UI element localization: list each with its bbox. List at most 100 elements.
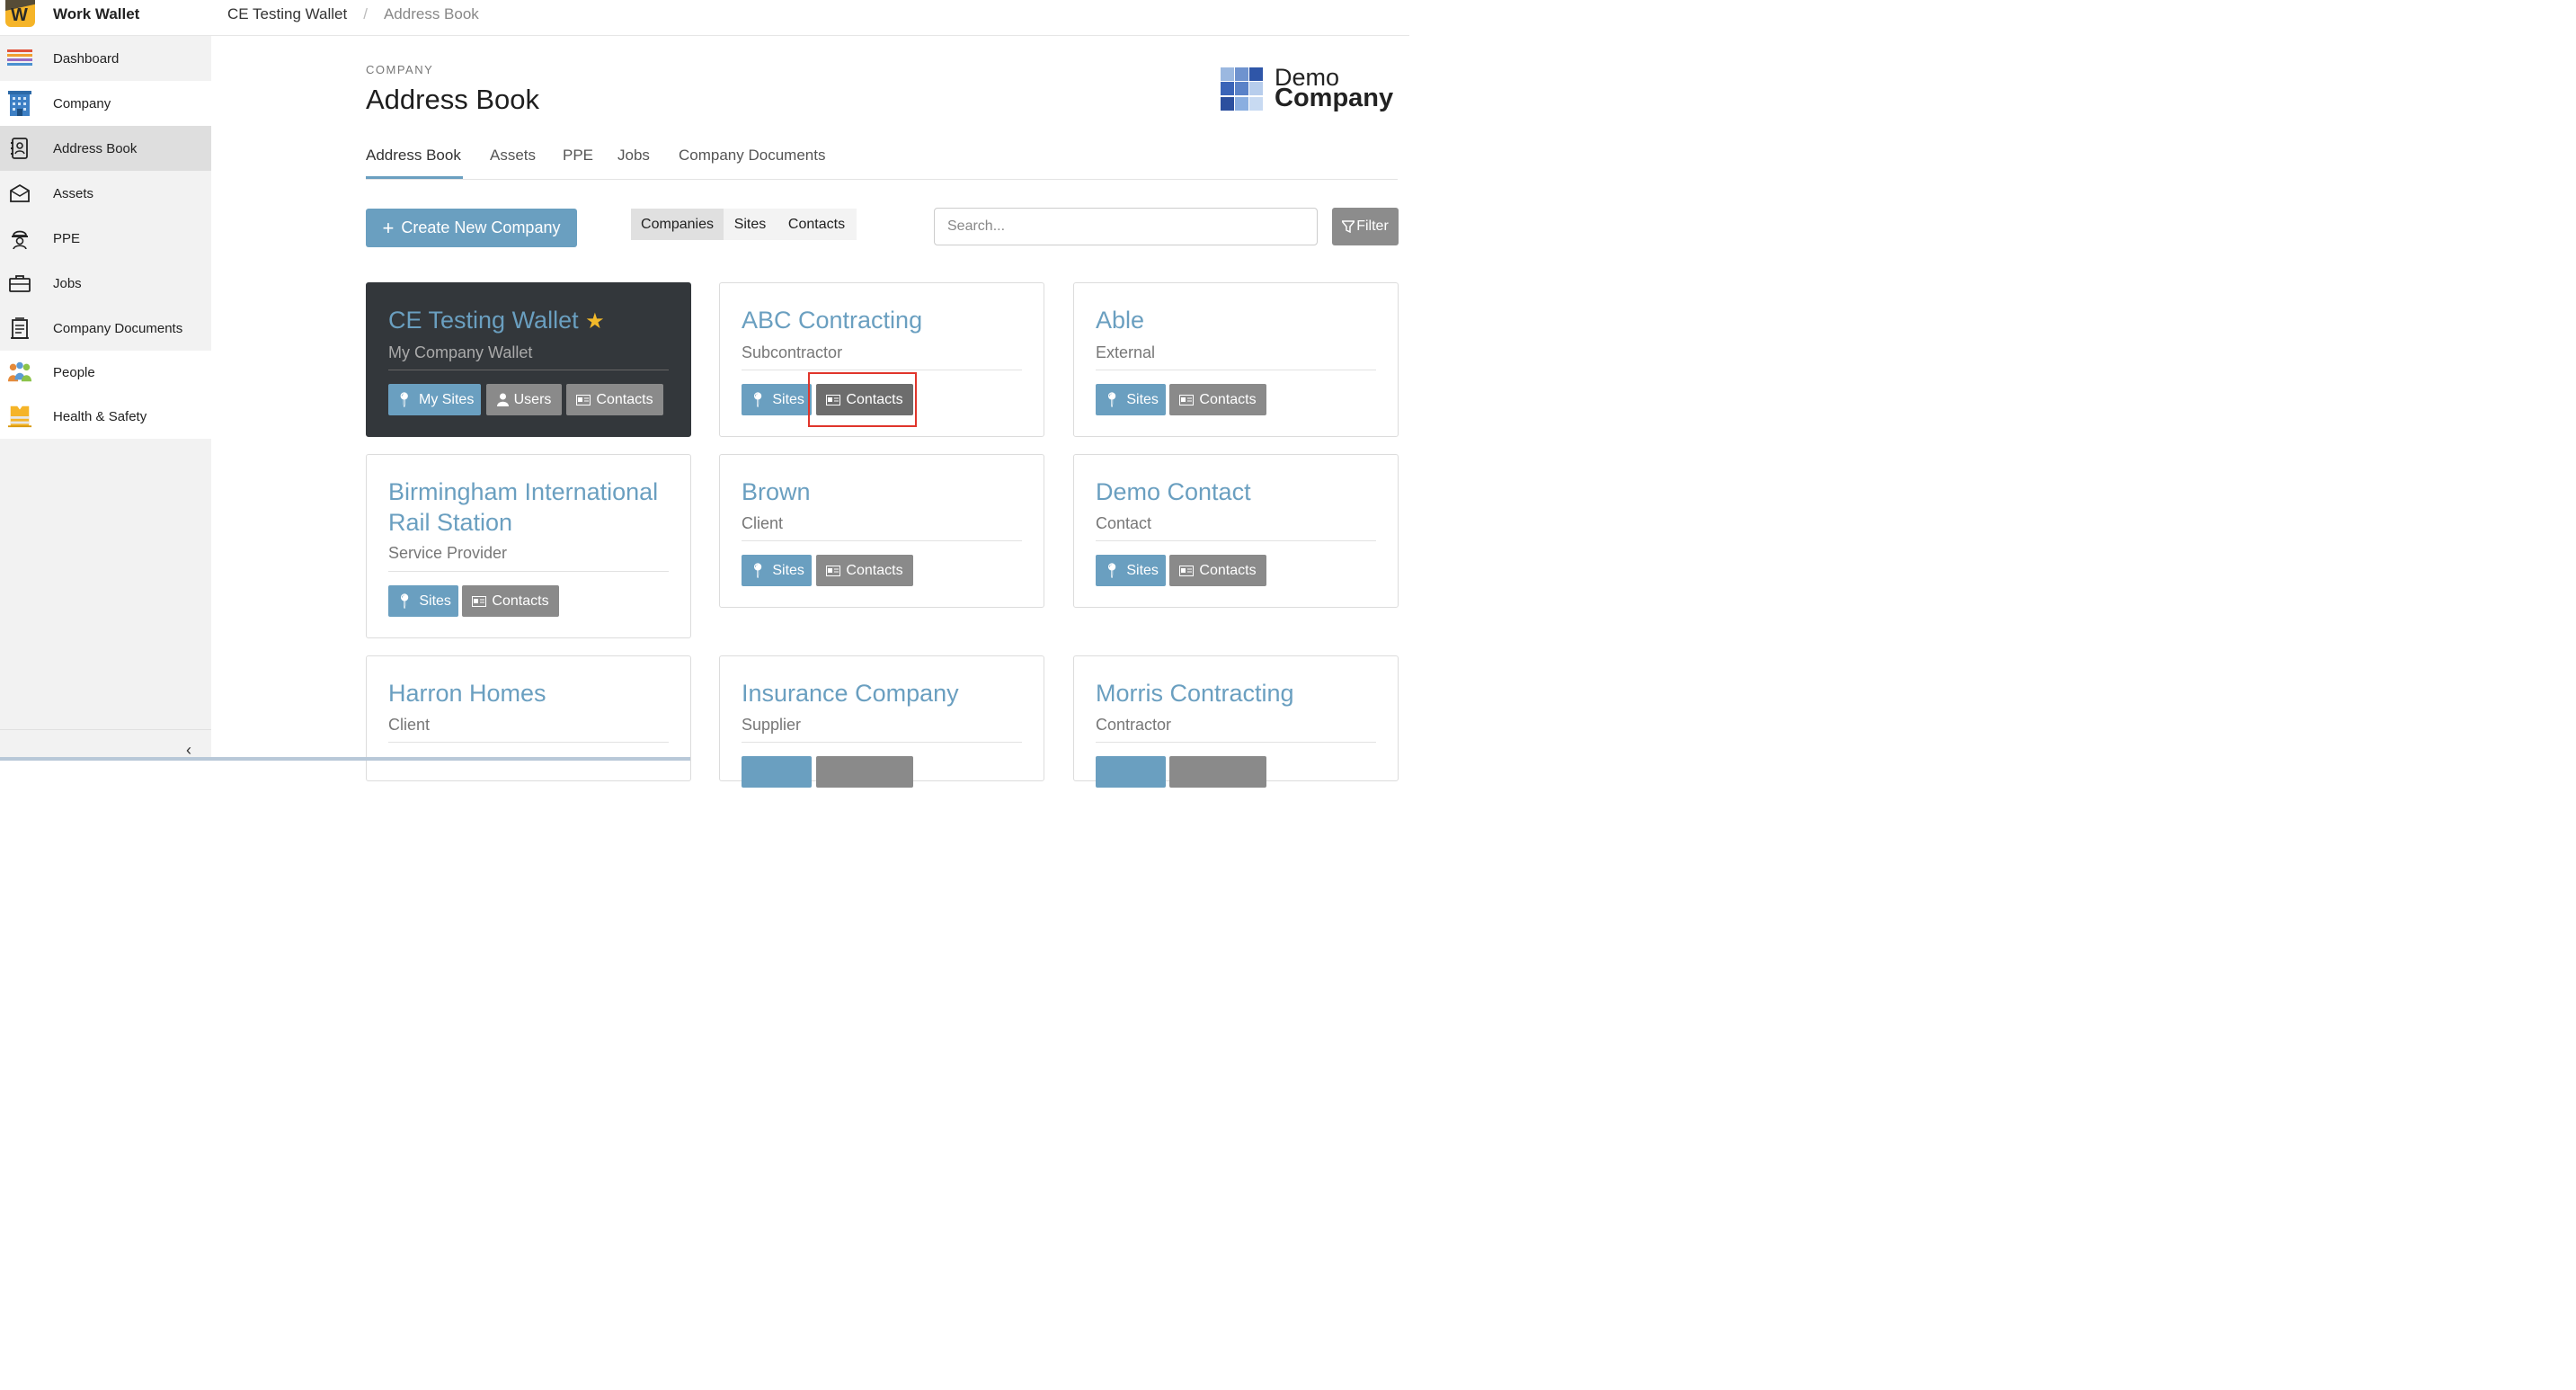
sites-button[interactable]: 📍︎ Sites xyxy=(388,585,458,617)
sites-button[interactable] xyxy=(1096,756,1166,788)
contact-card-icon xyxy=(576,394,591,405)
page-title: Address Book xyxy=(366,84,539,115)
card-divider xyxy=(742,540,1022,541)
users-button[interactable]: Users xyxy=(486,384,562,415)
sites-button[interactable]: 📍︎ Sites xyxy=(742,384,812,415)
company-name[interactable]: ABC Contracting xyxy=(742,305,922,335)
sidebar-item-address-book[interactable]: Address Book xyxy=(0,126,211,171)
sidebar-item-label: People xyxy=(53,364,95,380)
contacts-button[interactable]: Contacts xyxy=(566,384,663,415)
company-name[interactable]: Birmingham International Rail Station xyxy=(388,477,658,538)
sidebar-item-company-documents[interactable]: Company Documents xyxy=(0,306,211,351)
work-wallet-logo[interactable]: W xyxy=(5,0,35,27)
card-divider xyxy=(1096,540,1376,541)
segment-sites[interactable]: Sites xyxy=(724,209,777,240)
company-card[interactable]: Brown Client 📍︎ Sites Contacts xyxy=(719,454,1044,608)
sidebar-item-assets[interactable]: Assets xyxy=(0,171,211,216)
card-divider xyxy=(1096,742,1376,743)
company-name-text: CE Testing Wallet xyxy=(388,307,579,334)
dashboard-icon xyxy=(7,46,32,71)
sidebar-item-health-safety[interactable]: Health & Safety xyxy=(0,394,211,439)
company-name[interactable]: Morris Contracting xyxy=(1096,678,1294,708)
company-type: External xyxy=(1096,343,1156,361)
briefcase-icon xyxy=(7,271,32,296)
company-name[interactable]: Harron Homes xyxy=(388,678,546,708)
contacts-button[interactable]: Contacts xyxy=(1169,555,1266,586)
tab-address-book[interactable]: Address Book xyxy=(366,147,463,179)
button-label: Sites xyxy=(772,391,804,407)
user-icon xyxy=(496,393,509,406)
contacts-button[interactable] xyxy=(816,756,913,788)
brand-grid-icon xyxy=(1221,67,1264,111)
button-label: Contacts xyxy=(492,593,549,609)
sidebar-item-ppe[interactable]: PPE xyxy=(0,216,211,261)
map-pin-icon: 📍︎ xyxy=(395,392,413,408)
company-name[interactable]: Insurance Company xyxy=(742,678,959,708)
health-safety-icon xyxy=(7,404,32,429)
filter-button[interactable]: Filter xyxy=(1332,208,1399,245)
segment-contacts[interactable]: Contacts xyxy=(777,209,857,240)
sidebar-item-company[interactable]: Company xyxy=(0,81,211,126)
tab-company-documents[interactable]: Company Documents xyxy=(679,147,825,179)
documents-icon xyxy=(7,316,32,341)
button-label: Users xyxy=(513,391,552,407)
company-card[interactable]: Morris Contracting Contractor xyxy=(1073,655,1399,788)
assets-icon xyxy=(7,181,32,206)
company-name[interactable]: Able xyxy=(1096,305,1144,335)
search-input[interactable]: Search... xyxy=(934,208,1318,245)
sites-button[interactable]: 📍︎ Sites xyxy=(742,555,812,586)
company-type: Client xyxy=(388,716,431,734)
contacts-button[interactable]: Contacts xyxy=(816,555,913,586)
contact-card-icon xyxy=(1179,394,1195,405)
contacts-button[interactable]: Contacts xyxy=(462,585,559,617)
tab-jobs[interactable]: Jobs xyxy=(617,147,650,179)
company-name[interactable]: CE Testing Wallet ★ xyxy=(388,305,605,337)
sidebar-item-people[interactable]: People xyxy=(0,351,211,394)
company-type: Service Provider xyxy=(388,544,508,562)
contacts-button[interactable]: Contacts xyxy=(1169,384,1266,415)
card-divider xyxy=(388,571,669,572)
sites-button[interactable]: 📍︎ Sites xyxy=(1096,384,1166,415)
sidebar-item-jobs[interactable]: Jobs xyxy=(0,261,211,306)
filter-label: Filter xyxy=(1356,218,1389,234)
sidebar-item-label: Company xyxy=(53,95,111,111)
map-pin-icon: 📍︎ xyxy=(1103,563,1122,579)
company-card[interactable]: Able External 📍︎ Sites Contacts xyxy=(1073,282,1399,437)
breadcrumb-separator: / xyxy=(363,5,368,22)
contacts-button[interactable] xyxy=(1169,756,1266,788)
sites-button[interactable]: 📍︎ Sites xyxy=(1096,555,1166,586)
tab-bar: Address Book Assets PPE Jobs Company Doc… xyxy=(366,147,1398,180)
horizontal-scrollbar[interactable] xyxy=(0,757,690,761)
breadcrumb-company[interactable]: CE Testing Wallet xyxy=(227,5,347,23)
company-card[interactable]: Birmingham International Rail Station Se… xyxy=(366,454,691,638)
company-name[interactable]: Demo Contact xyxy=(1096,477,1251,507)
button-label: Contacts xyxy=(596,391,653,407)
company-type: Contact xyxy=(1096,514,1152,532)
company-card[interactable]: CE Testing Wallet ★ My Company Wallet 📍︎… xyxy=(366,282,691,437)
company-type: Subcontractor xyxy=(742,343,843,361)
tab-assets[interactable]: Assets xyxy=(490,147,536,179)
company-card[interactable]: Harron Homes Client xyxy=(366,655,691,781)
button-label: Sites xyxy=(1126,562,1159,578)
segment-companies[interactable]: Companies xyxy=(631,209,724,240)
logo-letter: W xyxy=(11,5,28,25)
breadcrumb: CE Testing Wallet / Address Book xyxy=(227,5,479,23)
funnel-icon xyxy=(1342,220,1355,233)
people-icon xyxy=(7,360,32,385)
company-name[interactable]: Brown xyxy=(742,477,811,507)
sidebar-item-label: Company Documents xyxy=(53,320,183,336)
tab-ppe[interactable]: PPE xyxy=(563,147,593,179)
sites-button[interactable] xyxy=(742,756,812,788)
company-card[interactable]: Insurance Company Supplier xyxy=(719,655,1044,788)
demo-company-logo: Demo Company xyxy=(1221,64,1400,115)
sidebar-item-label: Jobs xyxy=(53,275,82,291)
create-new-company-button[interactable]: + Create New Company xyxy=(366,209,577,247)
map-pin-icon: 📍︎ xyxy=(1103,392,1122,408)
company-card[interactable]: Demo Contact Contact 📍︎ Sites Contacts xyxy=(1073,454,1399,608)
sidebar-item-dashboard[interactable]: Dashboard xyxy=(0,36,211,81)
address-book-icon xyxy=(7,136,32,161)
my-sites-button[interactable]: 📍︎ My Sites xyxy=(388,384,481,415)
map-pin-icon: 📍︎ xyxy=(395,593,414,610)
sidebar-item-label: Address Book xyxy=(53,140,138,156)
button-label: Contacts xyxy=(1199,562,1257,578)
